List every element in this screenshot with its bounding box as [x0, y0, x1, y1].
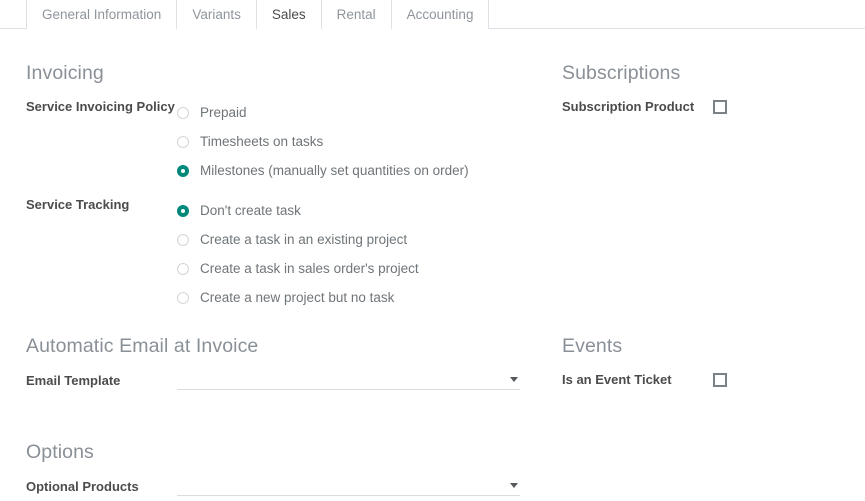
tab-accounting[interactable]: Accounting [390, 0, 490, 29]
radio-icon[interactable] [177, 291, 189, 304]
radio-option-label: Create a task in sales order's project [200, 260, 419, 276]
field-label-service-tracking: Service Tracking [26, 197, 130, 213]
radio-option-new-project-no-task[interactable]: Create a new project but no task [177, 283, 536, 312]
radio-option-task-in-existing-project[interactable]: Create a task in an existing project [177, 225, 536, 254]
field-label-optional-products: Optional Products [26, 479, 139, 495]
radio-option-label: Create a task in an existing project [200, 231, 408, 247]
field-label-service-invoicing-policy: Service Invoicing Policy [26, 99, 175, 115]
radio-option-label: Prepaid [200, 104, 247, 120]
notebook-tab-bar: General Information Variants Sales Renta… [0, 0, 865, 30]
tab-general-information[interactable]: General Information [26, 0, 178, 29]
tab-label: General Information [42, 6, 162, 22]
is-an-event-ticket-checkbox[interactable] [713, 372, 727, 387]
field-subscription-product: Subscription Product [562, 98, 842, 115]
radio-option-label: Milestones (manually set quantities on o… [200, 162, 469, 178]
radio-option-label: Timesheets on tasks [200, 133, 324, 149]
chevron-down-icon[interactable] [510, 377, 518, 383]
email-template-dropdown[interactable] [177, 371, 520, 391]
group-title-events: Events [562, 335, 623, 357]
radio-icon-selected[interactable] [177, 204, 189, 217]
radio-icon[interactable] [177, 262, 189, 275]
tab-variants[interactable]: Variants [176, 0, 257, 29]
radio-group-service-invoicing-policy: Prepaid Timesheets on tasks Milestones (… [177, 98, 536, 185]
tab-rental[interactable]: Rental [320, 0, 392, 29]
group-title-automatic-email: Automatic Email at Invoice [26, 335, 259, 357]
subscription-product-checkbox[interactable] [713, 99, 727, 114]
radio-option-label: Don't create task [200, 202, 301, 218]
tab-label: Accounting [406, 6, 474, 22]
tab-label: Rental [336, 6, 376, 22]
field-email-template: Email Template [26, 371, 536, 391]
radio-icon[interactable] [177, 135, 189, 148]
group-automatic-email-at-invoice: Automatic Email at Invoice Email Templat… [26, 335, 536, 391]
radio-icon[interactable] [177, 233, 189, 246]
group-title-invoicing: Invoicing [26, 62, 104, 84]
group-options: Options Optional Products [26, 441, 536, 497]
tab-label: Sales [271, 6, 306, 22]
tab-sales[interactable]: Sales [255, 0, 322, 30]
radio-option-task-in-sales-order-project[interactable]: Create a task in sales order's project [177, 254, 536, 283]
field-service-tracking: Service Tracking Don't create task Creat… [26, 196, 536, 312]
radio-icon-selected[interactable] [177, 164, 189, 177]
field-is-an-event-ticket: Is an Event Ticket [562, 371, 842, 388]
radio-option-dont-create-task[interactable]: Don't create task [177, 196, 536, 225]
group-invoicing: Invoicing Service Invoicing Policy Prepa… [26, 62, 536, 312]
field-label-subscription-product: Subscription Product [562, 99, 695, 115]
field-service-invoicing-policy: Service Invoicing Policy Prepaid Timeshe… [26, 98, 536, 185]
sales-tab-panel: Invoicing Service Invoicing Policy Prepa… [0, 29, 865, 501]
radio-option-prepaid[interactable]: Prepaid [177, 98, 536, 127]
group-events: Events Is an Event Ticket [562, 335, 842, 388]
optional-products-dropdown[interactable] [177, 477, 520, 497]
group-title-options: Options [26, 441, 94, 463]
radio-option-label: Create a new project but no task [200, 289, 395, 305]
field-optional-products: Optional Products [26, 477, 536, 497]
radio-group-service-tracking: Don't create task Create a task in an ex… [177, 196, 536, 312]
field-label-is-an-event-ticket: Is an Event Ticket [562, 372, 672, 388]
radio-option-milestones[interactable]: Milestones (manually set quantities on o… [177, 156, 536, 185]
radio-option-timesheets-on-tasks[interactable]: Timesheets on tasks [177, 127, 536, 156]
tab-label: Variants [192, 6, 241, 22]
field-label-email-template: Email Template [26, 373, 121, 389]
chevron-down-icon[interactable] [510, 483, 518, 489]
group-subscriptions: Subscriptions Subscription Product [562, 62, 842, 115]
radio-icon[interactable] [177, 106, 189, 119]
group-title-subscriptions: Subscriptions [562, 62, 681, 84]
